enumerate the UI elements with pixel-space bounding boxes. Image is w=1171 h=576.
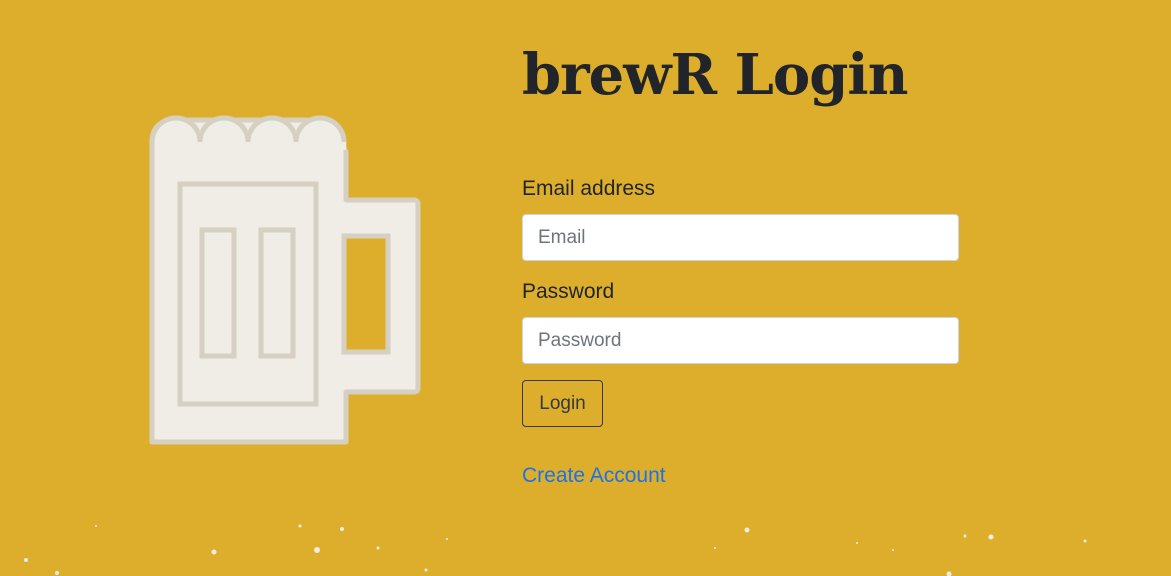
email-label: Email address [522, 177, 656, 200]
password-label: Password [522, 280, 615, 303]
page-title: brewR Login [522, 42, 908, 108]
bar-left [199, 227, 237, 359]
login-button[interactable]: Login [522, 380, 603, 427]
handle-hole [341, 233, 391, 355]
password-field[interactable] [522, 317, 959, 364]
login-form: Email address Password Login Create Acco… [522, 174, 959, 491]
bubbles-icon [24, 524, 1087, 576]
create-account-link[interactable]: Create Account [522, 461, 666, 491]
login-page: brewR Login Email address Password Login… [0, 0, 1171, 576]
bar-right [258, 227, 296, 359]
email-field[interactable] [522, 214, 959, 261]
beer-mug-icon [149, 115, 421, 445]
